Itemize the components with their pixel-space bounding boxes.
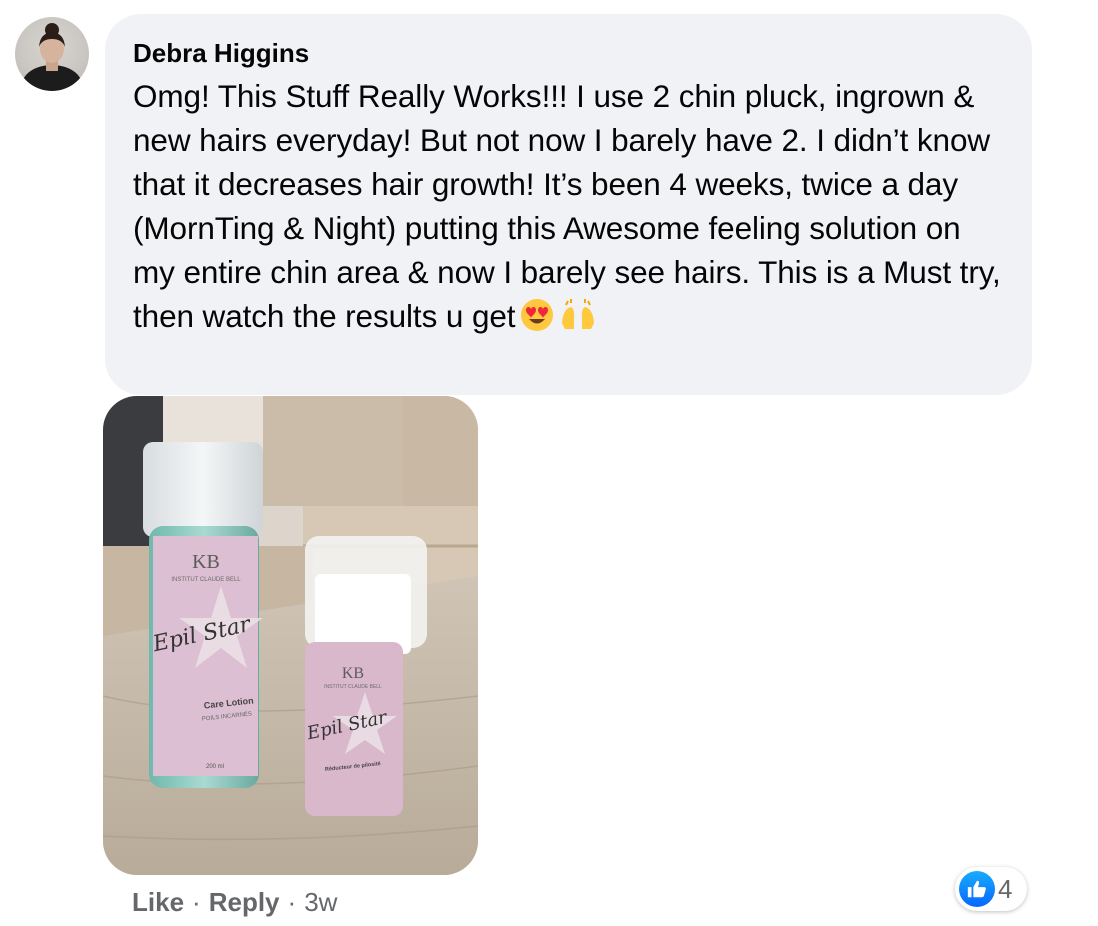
svg-text:INSTITUT CLAUDE BELL: INSTITUT CLAUDE BELL (324, 684, 382, 690)
action-separator: · (287, 887, 297, 917)
avatar[interactable] (15, 17, 89, 91)
action-separator: · (192, 887, 201, 917)
reaction-count: 4 (998, 873, 1013, 904)
profile-photo (22, 23, 82, 91)
thumbs-up-icon (959, 871, 995, 907)
reply-button[interactable]: Reply (209, 887, 280, 917)
svg-text:KB: KB (342, 665, 364, 682)
attached-photo[interactable]: KB INSTITUT CLAUDE BELL Epil Star Care L… (103, 396, 478, 875)
comment-bubble: Debra Higgins Omg! This Stuff Really Wor… (105, 14, 1032, 395)
comment-text-block: Omg! This Stuff Really Works!!! I use 2 … (133, 74, 1006, 344)
like-button[interactable]: Like (132, 887, 184, 917)
svg-text:200 ml: 200 ml (206, 764, 224, 770)
svg-text:INSTITUT CLAUDE BELL: INSTITUT CLAUDE BELL (171, 577, 241, 583)
heart-eyes-emoji (519, 297, 555, 344)
raising-hands-emoji (559, 299, 597, 344)
product-photo-illustration: KB INSTITUT CLAUDE BELL Epil Star Care L… (103, 396, 478, 875)
comment-timestamp[interactable]: 3w (304, 887, 337, 917)
comment-author[interactable]: Debra Higgins (133, 36, 1006, 70)
comment-text: Omg! This Stuff Really Works!!! I use 2 … (133, 78, 1001, 334)
svg-text:KB: KB (192, 551, 220, 573)
comment-actions: Like · Reply · 3w (132, 882, 337, 922)
reaction-summary[interactable]: 4 (955, 867, 1027, 911)
large-bottle: KB INSTITUT CLAUDE BELL Epil Star Care L… (143, 442, 263, 788)
